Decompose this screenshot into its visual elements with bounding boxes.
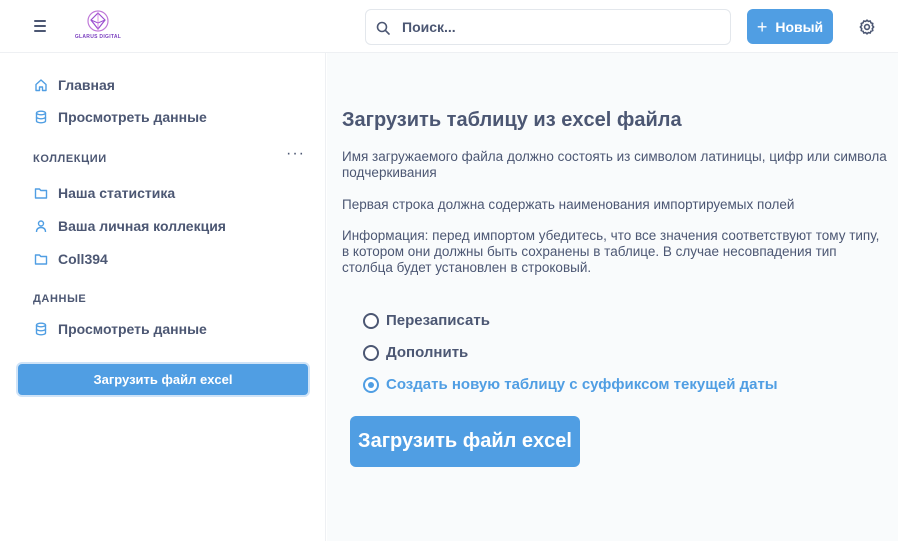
radio-overwrite[interactable]: Перезаписать bbox=[363, 312, 490, 329]
logo-emblem bbox=[87, 10, 109, 32]
database-icon bbox=[35, 110, 47, 124]
person-icon bbox=[35, 220, 47, 233]
sidebar-item-personal-collection[interactable]: Ваша личная коллекция bbox=[34, 216, 226, 236]
radio-label: Создать новую таблицу с суффиксом текуще… bbox=[386, 376, 778, 393]
main-content: Загрузить таблицу из excel файла Имя заг… bbox=[327, 53, 898, 541]
radio-label: Перезаписать bbox=[386, 312, 490, 329]
sidebar-upload-excel-button[interactable]: Загрузить файл excel bbox=[16, 362, 310, 397]
sidebar-item-label: Просмотреть данные bbox=[58, 109, 207, 125]
sidebar-item-label: Ваша личная коллекция bbox=[58, 218, 226, 234]
search-icon bbox=[376, 21, 390, 35]
gear-icon[interactable] bbox=[858, 18, 876, 36]
new-button[interactable]: + Новый bbox=[747, 9, 833, 44]
sidebar: Главная Просмотреть данные КОЛЛЕКЦИИ ···… bbox=[0, 53, 326, 541]
radio-new-table-date-suffix[interactable]: Создать новую таблицу с суффиксом текуще… bbox=[363, 376, 778, 393]
database-icon bbox=[35, 322, 47, 336]
logo[interactable]: GLARUS DIGITAL bbox=[72, 10, 124, 44]
top-bar: GLARUS DIGITAL + Новый bbox=[0, 0, 898, 53]
filename-note: Имя загружаемого файла должно состоять и… bbox=[342, 149, 887, 180]
sidebar-item-label: Coll394 bbox=[58, 251, 108, 267]
data-heading: ДАННЫЕ bbox=[33, 293, 87, 305]
page-title: Загрузить таблицу из excel файла bbox=[342, 109, 682, 131]
sidebar-item-home[interactable]: Главная bbox=[34, 75, 115, 95]
import-info-note: Информация: перед импортом убедитесь, чт… bbox=[342, 228, 880, 275]
menu-icon[interactable] bbox=[34, 20, 46, 32]
search-box[interactable] bbox=[365, 9, 731, 45]
sidebar-item-data-browse[interactable]: Просмотреть данные bbox=[34, 319, 207, 339]
sidebar-item-label: Просмотреть данные bbox=[58, 321, 207, 337]
header-row-note: Первая строка должна содержать наименова… bbox=[342, 197, 795, 212]
folder-icon bbox=[34, 188, 48, 199]
sidebar-item-coll394[interactable]: Coll394 bbox=[34, 249, 108, 269]
radio-append[interactable]: Дополнить bbox=[363, 344, 468, 361]
radio-label: Дополнить bbox=[386, 344, 469, 361]
home-icon bbox=[35, 79, 47, 92]
more-icon[interactable]: ··· bbox=[286, 146, 305, 162]
sidebar-item-label: Наша статистика bbox=[58, 185, 176, 201]
new-button-label: Новый bbox=[775, 18, 824, 35]
radio-circle[interactable] bbox=[363, 344, 379, 361]
sidebar-item-browse-data[interactable]: Просмотреть данные bbox=[34, 107, 207, 127]
search-input[interactable] bbox=[402, 17, 722, 37]
collections-heading: КОЛЛЕКЦИИ bbox=[33, 153, 107, 165]
plus-icon: + bbox=[756, 16, 768, 37]
upload-excel-button[interactable]: Загрузить файл excel bbox=[350, 416, 580, 467]
radio-circle[interactable] bbox=[363, 376, 379, 393]
sidebar-item-label: Главная bbox=[58, 77, 115, 93]
sidebar-item-collection-stats[interactable]: Наша статистика bbox=[34, 183, 175, 203]
logo-text: GLARUS DIGITAL bbox=[74, 34, 122, 40]
folder-icon bbox=[34, 254, 48, 265]
radio-circle[interactable] bbox=[363, 312, 379, 329]
